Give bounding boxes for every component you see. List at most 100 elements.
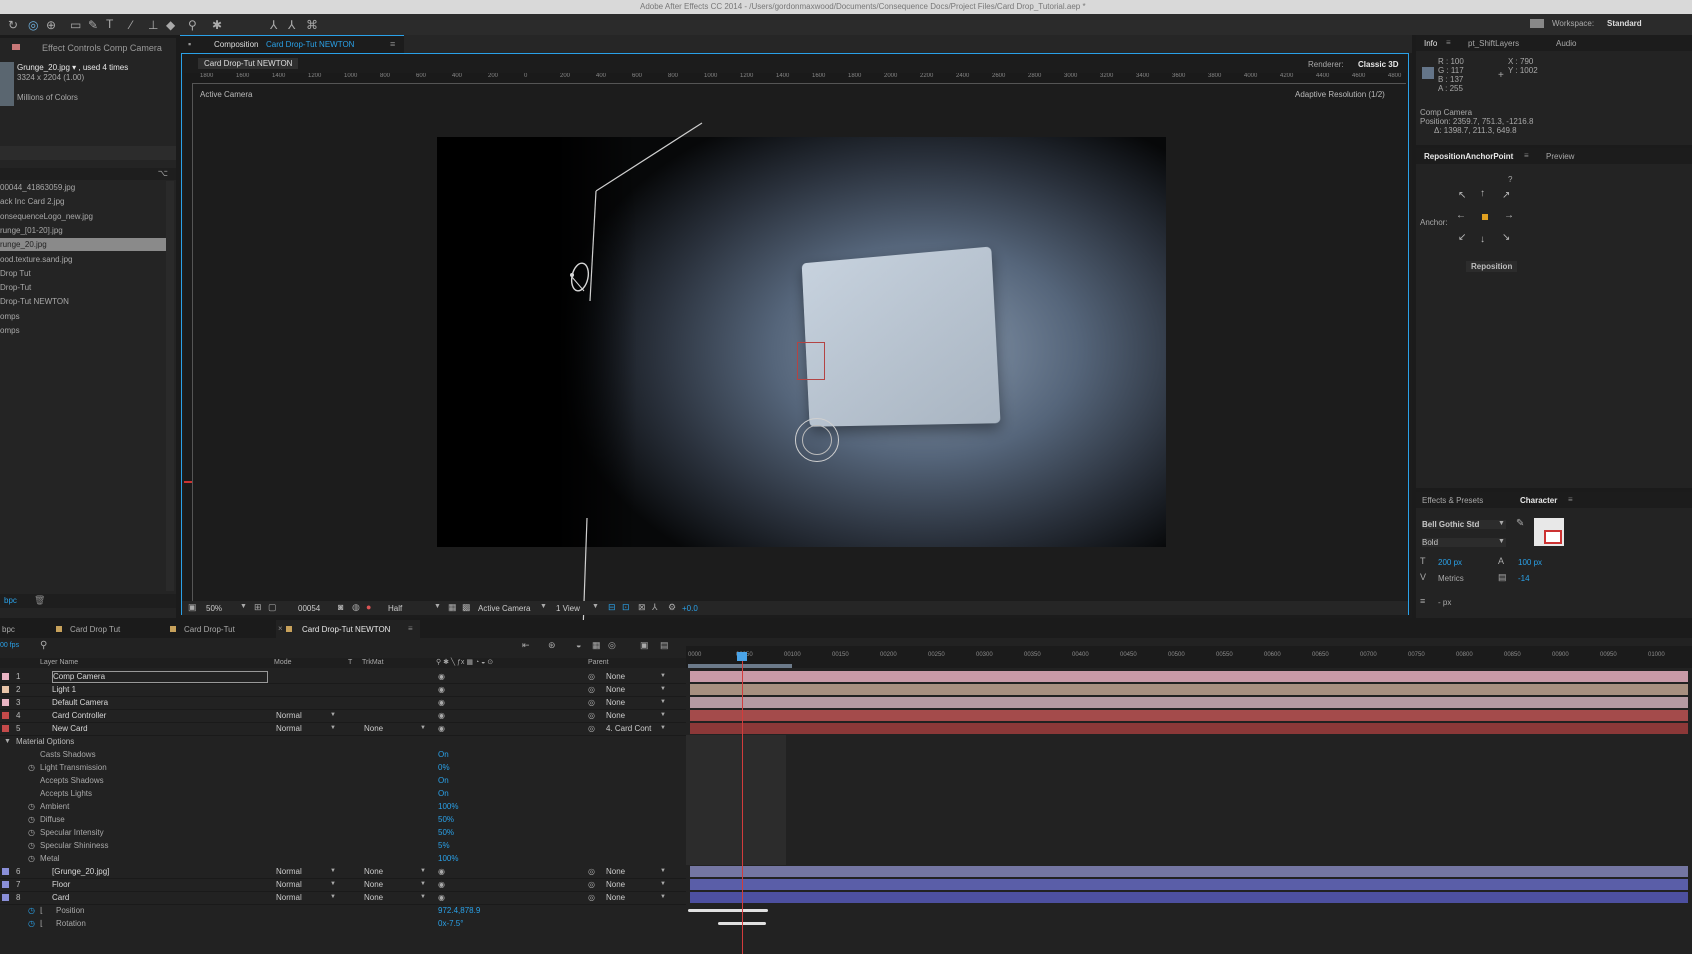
property-row[interactable]: ◷ Light Transmission 0%: [0, 761, 686, 774]
layer-label-color[interactable]: [2, 725, 9, 732]
tool-stamp-icon[interactable]: ⊥: [148, 18, 158, 32]
parent-pickwhip-icon[interactable]: ◎: [588, 865, 595, 878]
frame-blend-icon[interactable]: ▦: [592, 640, 601, 651]
exposure-value[interactable]: +0.0: [682, 604, 698, 613]
project-lock-icon[interactable]: [12, 44, 20, 50]
parent-dropdown-icon[interactable]: ▼: [660, 670, 666, 683]
brainstorm-icon[interactable]: ▤: [660, 640, 669, 651]
property-row[interactable]: Accepts Lights On: [0, 787, 686, 800]
graph-icon[interactable]: ⌊: [40, 904, 43, 917]
layer-trkmat-select[interactable]: None: [364, 722, 383, 735]
project-item[interactable]: runge_[01-20].jpg: [0, 224, 166, 237]
reposition-tab-menu-icon[interactable]: ≡: [1524, 151, 1529, 160]
stopwatch-icon[interactable]: ◷: [28, 852, 35, 865]
tool-orbit-icon[interactable]: ◎: [28, 18, 38, 32]
property-value[interactable]: 100%: [438, 800, 458, 813]
character-tab-menu-icon[interactable]: ≡: [1568, 495, 1573, 504]
info-tab-menu-icon[interactable]: ≡: [1446, 38, 1451, 47]
project-item[interactable]: omps: [0, 324, 166, 337]
property-row[interactable]: ◷ ⌊ Position 972.4,878.9: [0, 904, 686, 917]
comp-mini-flowchart-icon[interactable]: ⇤: [522, 640, 530, 651]
tab-character[interactable]: Character: [1520, 496, 1557, 505]
layer-duration-bar[interactable]: [690, 723, 1688, 734]
project-item[interactable]: Drop-Tut NEWTON: [0, 295, 166, 308]
current-time-indicator[interactable]: [742, 652, 743, 954]
project-item[interactable]: Drop-Tut: [0, 281, 166, 294]
layer-trkmat-select[interactable]: None: [364, 878, 383, 891]
layer-label-color[interactable]: [2, 673, 9, 680]
eye-icon[interactable]: ◉: [438, 670, 445, 683]
property-value[interactable]: 100%: [438, 852, 458, 865]
timecode[interactable]: 00054: [298, 604, 320, 613]
layer-duration-bar[interactable]: [690, 684, 1688, 695]
project-item[interactable]: Drop Tut: [0, 267, 166, 280]
layer-name[interactable]: Default Camera: [52, 696, 108, 709]
col-t[interactable]: T: [348, 659, 352, 666]
comp-tab-menu-icon[interactable]: ≡: [390, 39, 395, 49]
layer-name[interactable]: Floor: [52, 878, 70, 891]
snapshot-icon[interactable]: ◙: [338, 602, 343, 612]
tab-shiftlayers[interactable]: pt_ShiftLayers: [1468, 39, 1519, 48]
mode-dropdown-icon[interactable]: ▼: [330, 891, 336, 904]
comp-lock-icon[interactable]: ▪: [188, 39, 191, 49]
axis-view-icon[interactable]: ⌘: [306, 18, 318, 32]
mode-dropdown-icon[interactable]: ▼: [330, 865, 336, 878]
stopwatch-icon[interactable]: ◷: [28, 917, 35, 930]
eye-icon[interactable]: ◉: [438, 865, 445, 878]
workspace-select[interactable]: Standard: [1607, 19, 1642, 28]
zoom-dropdown-icon[interactable]: ▼: [240, 603, 247, 610]
layer-parent-select[interactable]: None: [606, 709, 625, 722]
project-item[interactable]: ack Inc Card 2.jpg: [0, 195, 166, 208]
tool-roto-icon[interactable]: ⚲: [188, 18, 197, 32]
tab-effects-presets[interactable]: Effects & Presets: [1422, 496, 1483, 505]
layer-duration-bar[interactable]: [690, 671, 1688, 682]
anchor-sw-icon[interactable]: ↙: [1458, 232, 1466, 243]
transparency-grid-icon[interactable]: ▩: [462, 602, 471, 613]
font-style-select[interactable]: Bold: [1422, 538, 1506, 547]
font-family-select[interactable]: Bell Gothic Std: [1422, 520, 1506, 529]
resolution-select[interactable]: Half: [388, 604, 402, 613]
parent-pickwhip-icon[interactable]: ◎: [588, 891, 595, 904]
tool-text-icon[interactable]: T: [106, 17, 113, 31]
layer-parent-select[interactable]: None: [606, 878, 625, 891]
timeline-icon[interactable]: ⊠: [638, 602, 646, 613]
tool-mask-icon[interactable]: ▭: [70, 18, 81, 32]
layer-label-color[interactable]: [2, 881, 9, 888]
always-preview-icon[interactable]: ▣: [188, 602, 197, 613]
anchor-n-icon[interactable]: ↑: [1480, 188, 1485, 199]
property-value[interactable]: On: [438, 748, 449, 761]
tool-rotate-icon[interactable]: ↻: [8, 18, 18, 32]
parent-dropdown-icon[interactable]: ▼: [660, 709, 666, 722]
layer-duration-bar[interactable]: [690, 697, 1688, 708]
property-row[interactable]: ◷ Ambient 100%: [0, 800, 686, 813]
mode-dropdown-icon[interactable]: ▼: [330, 878, 336, 891]
property-row[interactable]: ◷ Specular Shininess 5%: [0, 839, 686, 852]
property-value[interactable]: 5%: [438, 839, 450, 852]
style-dropdown-icon[interactable]: ▼: [1498, 538, 1505, 545]
property-row[interactable]: ◷ Specular Intensity 50%: [0, 826, 686, 839]
expand-triangle-icon[interactable]: ▼: [4, 735, 11, 748]
eye-icon[interactable]: ◉: [438, 683, 445, 696]
axis-world-icon[interactable]: ⅄: [288, 18, 295, 32]
layer-name[interactable]: Card Controller: [52, 709, 106, 722]
layer-label-color[interactable]: [2, 699, 9, 706]
layer-row[interactable]: 6 [Grunge_20.jpg] Normal ▼ None ▼ ◉ ◎ None ▼: [0, 865, 686, 879]
graph-icon[interactable]: ⌊: [40, 917, 43, 930]
project-search-bar[interactable]: [0, 146, 176, 160]
tool-puppet-icon[interactable]: ✱: [212, 18, 222, 32]
eyedropper-icon[interactable]: ✎: [1516, 518, 1524, 529]
toggle-pixel-icon[interactable]: ⊟: [608, 602, 616, 613]
stopwatch-icon[interactable]: ◷: [28, 839, 35, 852]
camera-dropdown-icon[interactable]: ▼: [540, 603, 547, 610]
tab-effect-controls[interactable]: Effect Controls Comp Camera: [42, 43, 162, 53]
timeline-tab-2[interactable]: Card Drop-Tut: [184, 625, 235, 634]
exposure-icon[interactable]: ⚙: [668, 602, 676, 613]
timeline-left-tab[interactable]: bpc: [2, 625, 15, 634]
axis-local-icon[interactable]: ⅄: [270, 18, 277, 32]
fill-stroke-swatch[interactable]: [1534, 518, 1564, 546]
trkmat-dropdown-icon[interactable]: ▼: [420, 722, 426, 735]
fast-preview-icon[interactable]: ⊡: [622, 602, 630, 613]
mask-visibility-icon[interactable]: ▢: [268, 602, 277, 613]
font-size-value[interactable]: 200 px: [1438, 558, 1462, 567]
layer-duration-bar[interactable]: [690, 892, 1688, 903]
